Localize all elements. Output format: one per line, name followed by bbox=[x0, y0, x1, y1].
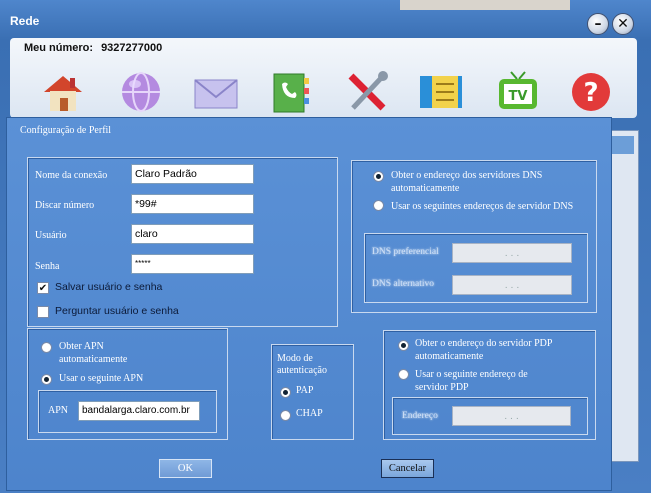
dns-auto-radio[interactable] bbox=[373, 171, 384, 182]
dial-number-input[interactable]: *99# bbox=[131, 194, 254, 214]
ask-user-pass-label: Perguntar usuário e senha bbox=[55, 305, 179, 317]
dns-auto-label: Obter o endereço dos servidores DNS auto… bbox=[391, 170, 543, 194]
close-icon: ✕ bbox=[617, 16, 629, 32]
save-user-pass-checkbox[interactable]: ✔ bbox=[37, 282, 49, 294]
pdp-manual-label: Usar o seguinte endereço de servidor PDP bbox=[415, 369, 528, 393]
minimize-icon: – bbox=[594, 16, 602, 32]
svg-text:TV: TV bbox=[509, 89, 528, 104]
my-number-label: Meu número: bbox=[24, 42, 94, 54]
dial-number-label: Discar número bbox=[35, 200, 95, 211]
user-input[interactable]: claro bbox=[131, 224, 254, 244]
globe-icon[interactable] bbox=[118, 70, 164, 114]
sim-card-icon[interactable] bbox=[418, 70, 464, 114]
minimize-button[interactable]: – bbox=[587, 13, 609, 35]
mail-icon[interactable] bbox=[193, 70, 239, 114]
dns-manual-label: Usar os seguintes endereços de servidor … bbox=[391, 201, 574, 212]
connection-name-input[interactable]: Claro Padrão bbox=[131, 164, 254, 184]
password-label: Senha bbox=[35, 261, 60, 272]
dns-alternate-label: DNS alternativo bbox=[372, 279, 435, 289]
connection-name-label: Nome da conexão bbox=[35, 170, 108, 181]
auth-chap-label: CHAP bbox=[296, 408, 323, 419]
tools-icon[interactable] bbox=[345, 70, 391, 114]
pdp-address-input[interactable]: . . . bbox=[452, 406, 571, 426]
svg-text:?: ? bbox=[583, 78, 598, 108]
auth-chap-radio[interactable] bbox=[280, 410, 291, 421]
help-icon[interactable]: ? bbox=[568, 70, 614, 114]
tv-icon[interactable]: TV bbox=[495, 70, 541, 114]
auth-pap-radio[interactable] bbox=[280, 387, 291, 398]
apn-input[interactable]: bandalarga.claro.com.br bbox=[78, 401, 200, 421]
dns-manual-radio[interactable] bbox=[373, 200, 384, 211]
apn-field-label: APN bbox=[48, 405, 69, 416]
dialog-title: Configuração de Perfil bbox=[20, 125, 112, 136]
pdp-address-label: Endereço bbox=[402, 411, 438, 421]
apn-auto-radio[interactable] bbox=[41, 342, 52, 353]
auth-title: Modo de autenticação bbox=[277, 353, 327, 376]
apn-manual-label: Usar o seguinte APN bbox=[59, 373, 144, 384]
password-input[interactable]: ***** bbox=[131, 254, 254, 274]
save-user-pass-label: Salvar usuário e senha bbox=[55, 281, 163, 293]
apn-manual-radio[interactable] bbox=[41, 374, 52, 385]
phonebook-icon[interactable] bbox=[268, 70, 314, 114]
user-label: Usuário bbox=[35, 230, 67, 241]
home-icon[interactable] bbox=[40, 70, 86, 114]
desktop-background-strip bbox=[400, 0, 570, 10]
pdp-auto-label: Obter o endereço do servidor PDP automat… bbox=[415, 338, 553, 362]
close-button[interactable]: ✕ bbox=[612, 13, 634, 35]
dns-preferred-label: DNS preferencial bbox=[372, 247, 439, 257]
background-tab bbox=[610, 136, 634, 154]
ask-user-pass-checkbox[interactable] bbox=[37, 306, 49, 318]
cancel-button[interactable]: Cancelar bbox=[381, 459, 434, 478]
pdp-auto-radio[interactable] bbox=[398, 340, 409, 351]
dns-alternate-input[interactable]: . . . bbox=[452, 275, 572, 295]
my-number: Meu número: 9327277000 bbox=[24, 42, 162, 54]
window-title: Rede bbox=[10, 14, 40, 28]
ok-button[interactable]: OK bbox=[159, 459, 212, 478]
dns-preferred-input[interactable]: . . . bbox=[452, 243, 572, 263]
auth-pap-label: PAP bbox=[296, 385, 314, 396]
pdp-manual-radio[interactable] bbox=[398, 369, 409, 380]
apn-auto-label: Obter APN automaticamente bbox=[59, 341, 128, 365]
my-number-value: 9327277000 bbox=[101, 42, 163, 54]
